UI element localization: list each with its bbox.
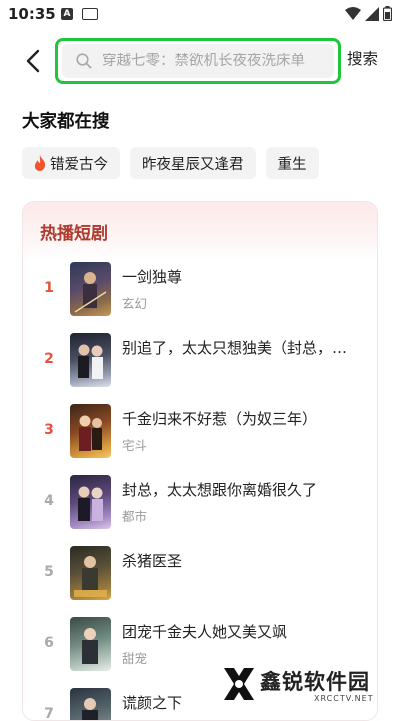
- hot-drama-header: 热播短剧: [23, 202, 377, 260]
- rank-number: 5: [44, 564, 54, 580]
- drama-cover-image: [70, 546, 111, 600]
- drama-list-item[interactable]: 4 封总，太太想跟你离婚很久了 都市: [23, 473, 377, 533]
- search-button[interactable]: 搜索: [347, 47, 378, 69]
- drama-cover-image: [70, 617, 111, 671]
- drama-cover-image: [70, 333, 111, 387]
- status-bar: 10:35 A: [0, 0, 400, 30]
- drama-list-item[interactable]: 5 杀猪医圣: [23, 544, 377, 604]
- rank-number: 7: [44, 706, 54, 721]
- drama-title: 杀猪医圣: [122, 552, 183, 570]
- wifi-icon: [345, 6, 361, 20]
- watermark-text: 鑫锐软件园: [260, 670, 370, 694]
- rank-number: 4: [44, 493, 54, 509]
- watermark-logo-icon: [224, 668, 254, 700]
- search-bar[interactable]: [62, 44, 334, 78]
- drama-title: 封总，太太想跟你离婚很久了: [122, 481, 318, 499]
- drama-title: 团宠千金夫人她又美又飒: [122, 623, 288, 641]
- drama-title: 别追了，太太只想独美（封总，…: [122, 339, 348, 357]
- drama-genre: 甜宠: [122, 651, 148, 666]
- drama-cover-image: [70, 688, 111, 720]
- battery-icon: [383, 6, 392, 21]
- keyboard-icon: [82, 8, 98, 20]
- status-right-icons: [345, 6, 392, 21]
- hot-drama-card: 热播短剧 1 一剑独尊 玄幻 2 别追了，太太只想独美（封总，… 3 千金归来不…: [22, 201, 378, 721]
- search-input[interactable]: [102, 53, 332, 69]
- rank-number: 3: [44, 422, 54, 438]
- drama-title: 一剑独尊: [122, 268, 183, 286]
- search-header: 搜索: [0, 36, 400, 88]
- watermark: 鑫锐软件园 XRCCTV.NET: [222, 662, 382, 708]
- drama-genre: 宅斗: [122, 438, 148, 453]
- trending-tag[interactable]: 重生: [265, 147, 319, 179]
- drama-list-item[interactable]: 2 别追了，太太只想独美（封总，…: [23, 331, 377, 391]
- notification-a-icon: A: [61, 8, 73, 20]
- trending-tag[interactable]: 昨夜星辰又逢君: [130, 147, 256, 179]
- fire-icon: [34, 155, 46, 171]
- trending-tag-label: 昨夜星辰又逢君: [142, 156, 244, 173]
- rank-number: 6: [44, 635, 54, 651]
- watermark-subtext: XRCCTV.NET: [314, 694, 374, 703]
- drama-list-item[interactable]: 3 千金归来不好惹（为奴三年） 宅斗: [23, 402, 377, 462]
- chevron-left-icon: [26, 49, 40, 73]
- drama-cover-image: [70, 404, 111, 458]
- drama-title: 千金归来不好惹（为奴三年）: [122, 410, 318, 428]
- trending-tag-label: 错爱古今: [50, 156, 108, 173]
- search-icon: [76, 53, 92, 69]
- drama-cover-image: [70, 262, 111, 316]
- drama-genre: 都市: [122, 509, 148, 524]
- rank-number: 2: [44, 351, 54, 367]
- trending-tag[interactable]: 错爱古今: [22, 147, 120, 179]
- status-time: 10:35: [8, 5, 56, 23]
- trending-tag-label: 重生: [277, 156, 307, 173]
- back-button[interactable]: [18, 42, 48, 80]
- drama-cover-image: [70, 475, 111, 529]
- hot-drama-title: 热播短剧: [40, 224, 108, 244]
- rank-number: 1: [44, 280, 54, 296]
- trending-title: 大家都在搜: [22, 112, 110, 132]
- drama-list-item[interactable]: 1 一剑独尊 玄幻: [23, 260, 377, 320]
- drama-genre: 玄幻: [122, 296, 148, 311]
- signal-icon: [365, 6, 379, 21]
- trending-tags: 错爱古今 昨夜星辰又逢君 重生: [22, 147, 319, 179]
